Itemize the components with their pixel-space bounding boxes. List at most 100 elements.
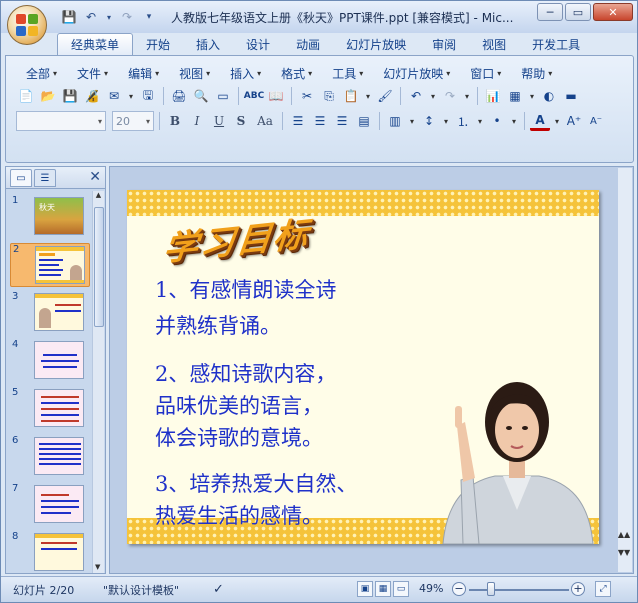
scrollbar-thumb[interactable] <box>94 207 104 327</box>
menu-slideshow[interactable]: 幻灯片放映 ▾ <box>373 64 460 82</box>
menu-format[interactable]: 格式 ▾ <box>271 64 322 82</box>
print-icon[interactable]: 🖨 <box>169 86 189 106</box>
font-size-combo[interactable]: 20 ▾ <box>112 111 154 131</box>
menu-insert[interactable]: 插入 ▾ <box>220 64 271 82</box>
close-button[interactable]: ✕ <box>593 3 633 21</box>
save-icon[interactable]: 💾 <box>60 86 80 106</box>
spellcheck-icon[interactable]: ABC <box>244 86 264 106</box>
undo-dropdown-icon[interactable]: ▾ <box>105 9 113 25</box>
slide-scrollbar[interactable]: ▲▲ ▼▼ <box>618 168 632 572</box>
slide-thumb-6[interactable]: 6 <box>10 435 90 479</box>
format-painter-icon[interactable]: 🖌 <box>375 86 395 106</box>
chevron-down-icon[interactable]: ▾ <box>509 111 519 131</box>
email-icon[interactable]: ✉ <box>104 86 124 106</box>
chevron-down-icon[interactable]: ▾ <box>407 111 417 131</box>
new-icon[interactable]: 📄 <box>16 86 36 106</box>
color-icon[interactable]: ▬ <box>561 86 581 106</box>
scroll-down-icon[interactable]: ▼ <box>95 563 100 571</box>
slideshow-view-icon[interactable]: ▭ <box>393 581 409 597</box>
tab-insert[interactable]: 插入 <box>183 33 233 55</box>
chevron-down-icon[interactable]: ▾ <box>428 86 438 106</box>
slide-sorter-icon[interactable]: ▦ <box>375 581 391 597</box>
menu-tools[interactable]: 工具 ▾ <box>322 64 373 82</box>
bullets-icon[interactable]: • <box>487 111 507 131</box>
normal-view-icon[interactable]: ▣ <box>357 581 373 597</box>
tab-view[interactable]: 视图 <box>469 33 519 55</box>
change-case-button[interactable]: Aa <box>253 111 277 131</box>
line-spacing-icon[interactable]: ↕ <box>419 111 439 131</box>
copy-icon[interactable]: ⎘ <box>319 86 339 106</box>
fit-to-window-icon[interactable]: ⤢ <box>595 581 611 597</box>
chevron-down-icon[interactable]: ▾ <box>462 86 472 106</box>
zoom-level[interactable]: 49% <box>419 582 443 595</box>
thumbnails-scrollbar[interactable]: ▲ ▼ <box>92 191 104 573</box>
research-icon[interactable]: 📖 <box>266 86 286 106</box>
menu-file[interactable]: 文件 ▾ <box>67 64 118 82</box>
spellcheck-status-icon[interactable]: ✓ <box>213 582 224 597</box>
current-slide[interactable]: 学习目标 1、有感情朗读全诗 并熟练背诵。 2、感知诗歌内容， 品味优美的语言，… <box>127 190 599 544</box>
shrink-font-icon[interactable]: A⁻ <box>586 111 606 131</box>
tab-outline[interactable]: ☰ <box>34 169 56 187</box>
align-left-icon[interactable]: ☰ <box>288 111 308 131</box>
shadow-button[interactable]: S <box>231 111 251 131</box>
align-right-icon[interactable]: ☰ <box>332 111 352 131</box>
layout-icon[interactable]: ▭ <box>213 86 233 106</box>
slide-thumb-8[interactable]: 8 <box>10 531 90 573</box>
italic-button[interactable]: I <box>187 111 207 131</box>
tab-classic-menu[interactable]: 经典菜单 <box>57 33 134 55</box>
zoom-slider-handle[interactable] <box>487 582 495 596</box>
tab-review[interactable]: 审阅 <box>419 33 469 55</box>
slide-thumb-5[interactable]: 5 <box>10 387 90 431</box>
undo-icon[interactable]: ↶ <box>83 9 99 25</box>
slide-thumb-3[interactable]: 3 <box>10 291 90 335</box>
columns-icon[interactable]: ▥ <box>385 111 405 131</box>
redo-icon[interactable]: ↷ <box>440 86 460 106</box>
chevron-down-icon[interactable]: ▾ <box>126 86 136 106</box>
chart-icon[interactable]: 📊 <box>483 86 503 106</box>
chevron-down-icon[interactable]: ▾ <box>441 111 451 131</box>
zoom-slider-track[interactable] <box>469 589 569 591</box>
tab-home[interactable]: 开始 <box>133 33 183 55</box>
tab-developer[interactable]: 开发工具 <box>519 33 593 55</box>
menu-all[interactable]: 全部 ▾ <box>16 64 67 82</box>
chevron-down-icon[interactable]: ▾ <box>552 111 562 131</box>
chevron-down-icon[interactable]: ▾ <box>475 111 485 131</box>
undo-icon[interactable]: ↶ <box>406 86 426 106</box>
tab-slides[interactable]: ▭ <box>10 169 32 187</box>
scroll-up-icon[interactable]: ▲ <box>93 191 104 199</box>
grayscale-icon[interactable]: ◐ <box>539 86 559 106</box>
grow-font-icon[interactable]: A⁺ <box>564 111 584 131</box>
redo-icon[interactable]: ↷ <box>119 9 135 25</box>
bold-button[interactable]: B <box>165 111 185 131</box>
save-icon[interactable]: 💾 <box>61 9 77 25</box>
restore-button[interactable]: ▭ <box>565 3 591 21</box>
permission-icon[interactable]: 🔏 <box>82 86 102 106</box>
menu-edit[interactable]: 编辑 ▾ <box>118 64 169 82</box>
publish-icon[interactable]: 🖫 <box>138 86 158 106</box>
align-center-icon[interactable]: ☰ <box>310 111 330 131</box>
print-preview-icon[interactable]: 🔍 <box>191 86 211 106</box>
table-icon[interactable]: ▦ <box>505 86 525 106</box>
numbering-icon[interactable]: ⒈ <box>453 111 473 131</box>
zoom-in-button[interactable]: + <box>571 582 585 596</box>
chevron-down-icon[interactable]: ▾ <box>363 86 373 106</box>
justify-icon[interactable]: ▤ <box>354 111 374 131</box>
close-icon[interactable]: ✕ <box>89 169 101 185</box>
menu-help[interactable]: 帮助 ▾ <box>511 64 562 82</box>
minimize-button[interactable]: ─ <box>537 3 563 21</box>
zoom-out-button[interactable]: − <box>452 582 466 596</box>
customize-qat-icon[interactable]: ▾ <box>141 9 157 25</box>
menu-window[interactable]: 窗口 ▾ <box>460 64 511 82</box>
tab-design[interactable]: 设计 <box>233 33 283 55</box>
slide-thumb-4[interactable]: 4 <box>10 339 90 383</box>
office-button[interactable] <box>7 5 47 45</box>
menu-view[interactable]: 视图 ▾ <box>169 64 220 82</box>
open-icon[interactable]: 📂 <box>38 86 58 106</box>
slide-thumb-1[interactable]: 1 秋天 <box>10 195 90 239</box>
slide-thumb-2[interactable]: 2 <box>10 243 90 287</box>
font-color-icon[interactable]: A <box>530 111 550 131</box>
tab-animation[interactable]: 动画 <box>283 33 333 55</box>
tab-slideshow[interactable]: 幻灯片放映 <box>333 33 419 55</box>
cut-icon[interactable]: ✂ <box>297 86 317 106</box>
font-name-combo[interactable]: ▾ <box>16 111 106 131</box>
